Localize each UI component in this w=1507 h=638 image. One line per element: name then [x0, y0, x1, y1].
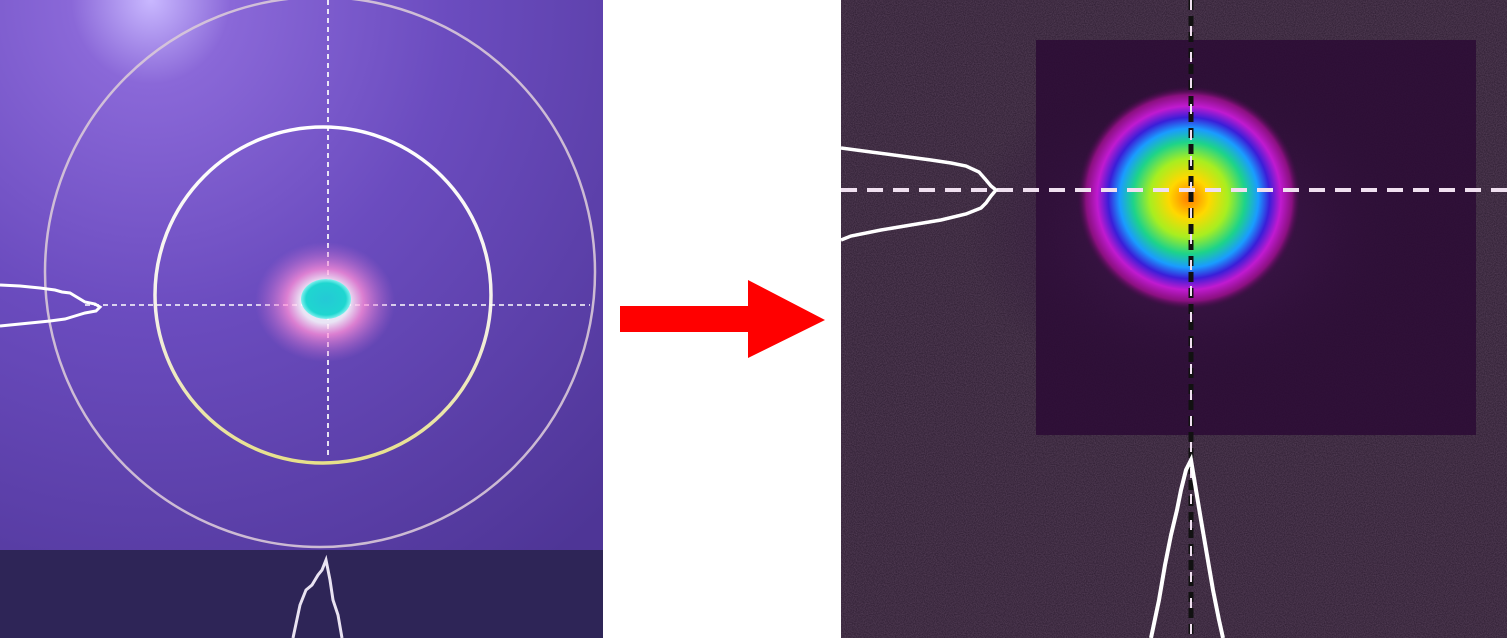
beam-profile-after-icon [841, 0, 1507, 638]
beam-profile-before-icon [0, 0, 603, 638]
beam-profile-before-panel [0, 0, 603, 638]
right-arrow-icon [620, 280, 825, 358]
comparison-figure [0, 0, 1507, 638]
beam-profile-after-panel [841, 0, 1507, 638]
transformation-arrow [620, 280, 825, 360]
